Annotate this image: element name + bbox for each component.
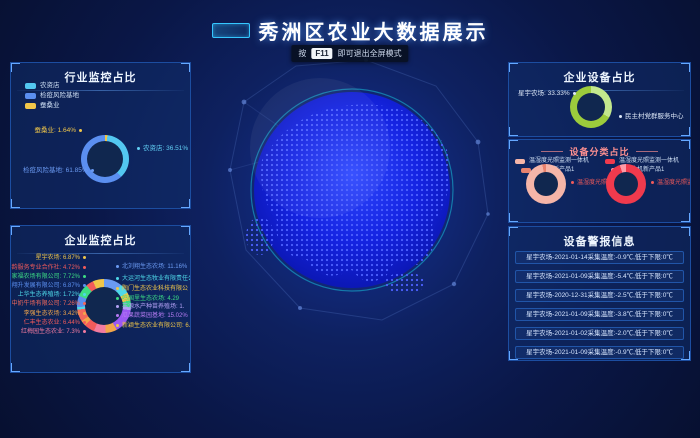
alert-list-item: 星宇农场-2021-01-02采集温度:-2.0℃,低于下限:0℃ xyxy=(515,327,684,340)
panel-title: 企业设备占比 xyxy=(509,63,690,85)
panel-device-category: 设备分类占比 温湿度光照监测一体机 一体机新产品1 温湿度光照监测一 温湿度光照… xyxy=(508,139,691,223)
page-title: 秀洲区农业大数据展示 xyxy=(259,16,489,45)
chart-label: 鸣国里生态农场: 4.29 xyxy=(116,296,179,303)
legend-item[interactable]: 检疫风险基地 xyxy=(25,92,79,99)
corner-decoration xyxy=(181,363,191,373)
corner-decoration xyxy=(508,139,518,149)
chart-label: 丰源水产种苗养殖场: 1. xyxy=(116,304,184,311)
page-header: 秀洲区农业大数据展示 xyxy=(0,16,700,45)
chart-label: 仁丰生态农业: 6.44% xyxy=(24,320,86,327)
corner-decoration xyxy=(508,127,518,137)
chart-label: 翔升发展有限公司: 6.87% xyxy=(12,283,86,290)
corner-decoration xyxy=(681,62,691,72)
fullscreen-exit-tooltip: 按 F11 即可退出全屏模式 xyxy=(291,45,408,62)
legend-item[interactable]: 农资店 xyxy=(25,82,79,89)
chart-label: 检疫风险基地: 61.85% xyxy=(23,167,94,174)
corner-decoration xyxy=(681,226,691,236)
corner-decoration xyxy=(10,363,20,373)
f11-keycap: F11 xyxy=(311,48,332,59)
title-line-decoration xyxy=(541,151,563,152)
corner-decoration xyxy=(181,225,191,235)
legend-label: 检疫风险基地 xyxy=(40,92,79,99)
legend-label: 蚕桑业 xyxy=(40,102,60,109)
alert-list-item: 星宇农场-2021-01-14采集温度:-0.9℃,低于下限:0℃ xyxy=(515,251,684,264)
corner-decoration xyxy=(181,62,191,72)
tooltip-suffix: 即可退出全屏模式 xyxy=(338,48,402,59)
globe-network-graphic xyxy=(200,38,504,342)
industry-legend: 农资店 检疫风险基地 蚕桑业 xyxy=(25,82,79,109)
panel-title-text: 设备分类占比 xyxy=(569,145,629,158)
corner-decoration xyxy=(10,62,20,72)
panel-title: 设备分类占比 xyxy=(509,140,690,158)
legend-swatch xyxy=(605,159,615,164)
chart-label: 温湿度光照监一 xyxy=(651,180,691,187)
corner-decoration xyxy=(681,127,691,137)
legend-item[interactable]: 蚕桑业 xyxy=(25,102,79,109)
chart-label: 李强生态农场: 3.42% xyxy=(24,311,86,318)
corner-decoration xyxy=(508,213,518,223)
enterprise-device-donut-chart[interactable] xyxy=(570,86,612,128)
legend-item[interactable]: 温湿度光照监测一体机 xyxy=(605,158,679,165)
corner-decoration xyxy=(508,62,518,72)
tooltip-prefix: 按 xyxy=(298,48,306,59)
chart-label: 瓜果蔬菜园基地: 15.02% xyxy=(116,313,188,320)
chart-label: 北刘翔生态农场: 11.16% xyxy=(116,264,187,271)
alert-list-item: 星宇农场-2021-01-09采集温度:-5.4℃,低于下限:0℃ xyxy=(515,270,684,283)
alert-list-item: 星宇农场-2021-01-09采集温度:-0.9℃,低于下限:0℃ xyxy=(515,346,684,359)
chart-label: 上华生态养殖场: 1.72% xyxy=(18,292,86,299)
chart-label: 红梅园生态农业: 7.3% xyxy=(21,329,86,336)
chart-label: 彩韵服务专业合作社: 4.72% xyxy=(10,265,86,272)
chart-label: 星宇农场: 6.87% xyxy=(36,255,86,262)
chart-label: 陶门生态农业科技有限公 xyxy=(116,286,188,293)
panel-enterprise-device: 企业设备占比 星宇农场: 33.33% 民主村党群服务中心 xyxy=(508,62,691,137)
chart-label: 中奶牛场有限公司: 7.26% xyxy=(12,301,86,308)
chart-label: 星宇农场: 33.33% xyxy=(518,90,576,97)
legend-swatch xyxy=(25,103,36,109)
legend-label: 温湿度光照监测一体机 xyxy=(529,158,589,165)
brand-logo-icon xyxy=(212,23,250,38)
panel-title: 设备警报信息 xyxy=(509,227,690,249)
industry-donut-chart[interactable] xyxy=(81,135,129,183)
chart-label: 大运河生态牧业有限责任公 xyxy=(116,276,191,283)
chart-label: 蚕桑业: 1.64% xyxy=(34,127,82,134)
divider xyxy=(17,253,184,254)
legend-swatch xyxy=(25,83,36,89)
device-category-right-donut-chart[interactable] xyxy=(606,164,646,204)
dashboard-root: 秀洲区农业大数据展示 按 F11 即可退出全屏模式 行业监控占比 农资店 检疫风… xyxy=(0,0,700,438)
title-line-decoration xyxy=(636,151,658,152)
chart-label: 民主村党群服务中心 xyxy=(619,113,684,120)
corner-decoration xyxy=(508,226,518,236)
legend-swatch xyxy=(25,93,36,99)
corner-decoration xyxy=(681,213,691,223)
corner-decoration xyxy=(681,139,691,149)
alert-list-item: 星宇农场-2020-12-31采集温度:-2.5℃,低于下限:0℃ xyxy=(515,289,684,302)
corner-decoration xyxy=(10,225,20,235)
panel-device-alerts: 设备警报信息 星宇农场-2021-01-14采集温度:-0.9℃,低于下限:0℃… xyxy=(508,226,691,361)
panel-enterprise-monitor: 企业监控占比 星宇农场: 6.87% 彩韵服务专业合作社: 4.72% 家福农场… xyxy=(10,225,191,373)
corner-decoration xyxy=(181,199,191,209)
panel-title: 企业监控占比 xyxy=(11,226,190,248)
alert-list-item: 星宇农场-2021-01-09采集温度:-3.8℃,低于下限:0℃ xyxy=(515,308,684,321)
device-category-left-donut-chart[interactable] xyxy=(526,164,566,204)
corner-decoration xyxy=(10,199,20,209)
chart-label: 农资店: 36.51% xyxy=(137,145,188,152)
panel-industry-monitor: 行业监控占比 农资店 检疫风险基地 蚕桑业 蚕桑业: 1.64% 农资店: 36… xyxy=(10,62,191,209)
legend-label: 农资店 xyxy=(40,82,60,89)
legend-swatch xyxy=(515,159,525,164)
chart-label: 家福农场有限公司: 7.72% xyxy=(12,274,86,281)
chart-label: 新颖生态农业有限公司: 6.87% xyxy=(116,323,191,330)
